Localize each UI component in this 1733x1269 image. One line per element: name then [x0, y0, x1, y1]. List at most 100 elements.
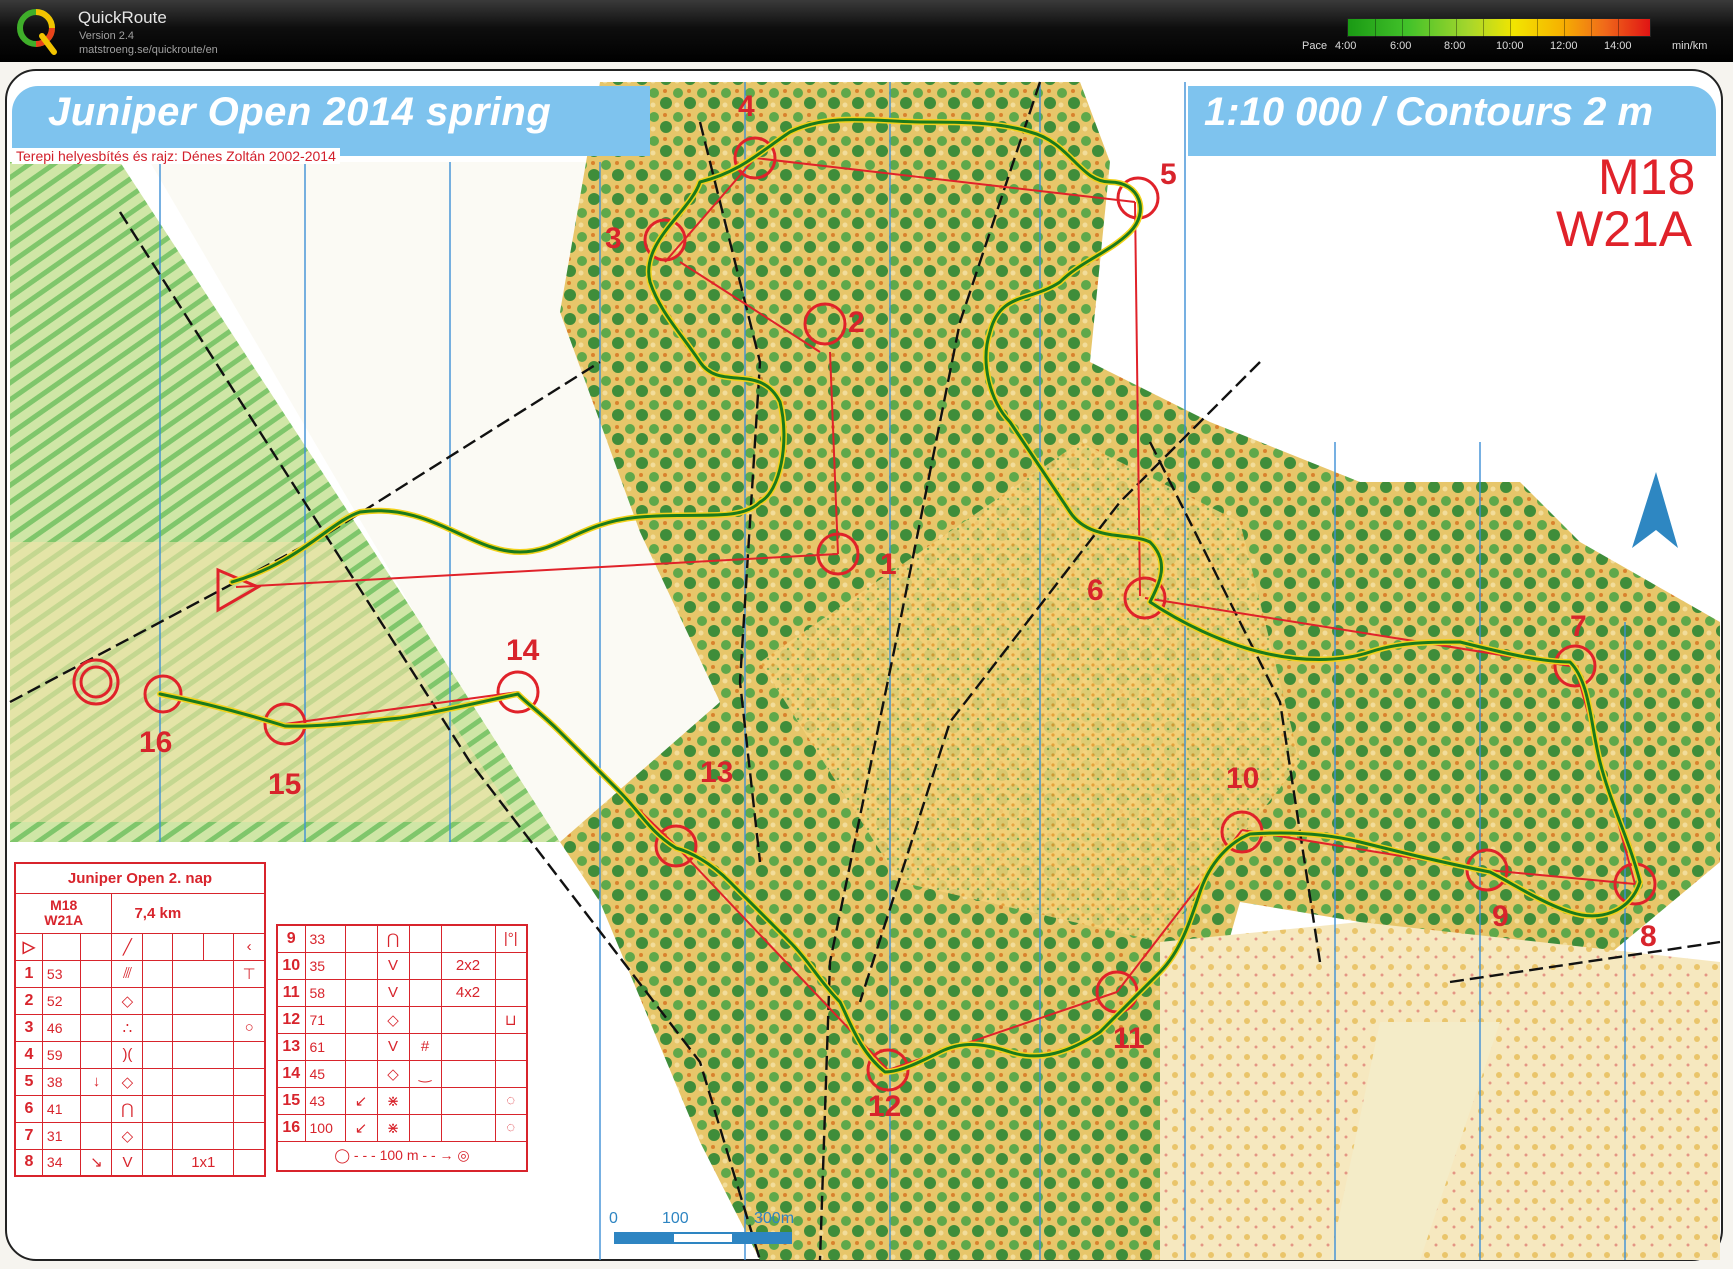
control-number: 15	[268, 768, 302, 801]
description-row: 13 61 V #	[276, 1032, 528, 1061]
description-symbol-icon	[80, 1094, 113, 1123]
description-symbol-icon: ↙	[344, 1113, 378, 1142]
control-number: 14	[506, 634, 540, 667]
control-code: 58	[304, 978, 346, 1007]
control-seq: 7	[14, 1121, 43, 1150]
control-seq: 5	[14, 1067, 43, 1096]
class-line: M18	[50, 897, 78, 913]
pace-tick-label: 4:00	[1335, 40, 1357, 52]
description-symbol-icon	[233, 986, 266, 1015]
control-number: 3	[605, 222, 622, 255]
scale-bar-segment	[616, 1234, 674, 1242]
control-code: 35	[304, 951, 346, 980]
control-seq: 1	[14, 959, 43, 988]
pace-tick-label: 10:00	[1496, 40, 1524, 52]
quickroute-logo-icon	[17, 9, 57, 55]
description-symbol-icon: #	[408, 1032, 442, 1061]
description-symbol-icon: ⋂	[111, 1094, 144, 1123]
description-symbol-icon: ◇	[376, 1059, 410, 1088]
description-symbol-icon	[494, 978, 528, 1007]
description-symbol-icon: 1x1	[172, 1148, 235, 1177]
description-symbol-icon: ↘	[80, 1148, 113, 1177]
pace-tick-label: 14:00	[1604, 40, 1632, 52]
description-symbol-icon	[142, 959, 174, 988]
description-row: 14 45 ◇ ‿	[276, 1059, 528, 1088]
control-number: 11	[1113, 1022, 1145, 1055]
control-code: 34	[41, 1148, 82, 1177]
control-seq: 3	[14, 1013, 43, 1042]
description-row: 3 46 ∴ ○	[14, 1013, 266, 1042]
description-symbol-icon: ◇	[111, 1121, 144, 1150]
description-row: 5 38 ↓ ◇	[14, 1067, 266, 1096]
description-symbol-icon	[344, 1032, 378, 1061]
description-symbol-icon	[440, 924, 496, 953]
start-location-icon: ‹	[233, 932, 266, 961]
description-symbol-icon	[344, 1005, 378, 1034]
description-symbol-icon	[440, 1032, 496, 1061]
control-number: 7	[1570, 610, 1587, 643]
control-code: 71	[304, 1005, 346, 1034]
description-symbol-icon	[233, 1094, 266, 1123]
description-symbol-icon: ↓	[80, 1067, 113, 1096]
description-symbol-icon: ↙	[344, 1086, 378, 1115]
description-symbol-icon	[408, 1113, 442, 1142]
description-symbol-icon	[440, 1113, 496, 1142]
description-symbol-icon: ⫻	[111, 959, 144, 988]
description-symbol-icon	[142, 1094, 174, 1123]
course-length: 7,4 km	[111, 892, 266, 934]
description-symbol-icon	[172, 1013, 235, 1042]
description-row: 8 34 ↘ V 1x1	[14, 1148, 266, 1177]
description-row: 2 52 ◇	[14, 986, 266, 1015]
control-code: 38	[41, 1067, 82, 1096]
description-symbol-icon: ‿	[408, 1059, 442, 1088]
description-symbol-icon	[80, 1013, 113, 1042]
app-version: Version 2.4	[79, 30, 135, 42]
control-code: 43	[304, 1086, 346, 1115]
control-seq: 11	[276, 978, 306, 1007]
scale-bar	[614, 1232, 792, 1244]
description-row: 4 59)(	[14, 1040, 266, 1069]
pace-tick-label: 6:00	[1390, 40, 1412, 52]
description-row: 16 100 ↙ ⋇ ◌	[276, 1113, 528, 1142]
control-seq: 6	[14, 1094, 43, 1123]
pace-color-scale	[1347, 18, 1651, 38]
description-symbol-icon	[233, 1121, 266, 1150]
description-symbol-icon	[408, 1005, 442, 1034]
scale-label: 300m	[754, 1210, 795, 1227]
start-symbol-icon: ▷	[14, 932, 43, 961]
app-url-link[interactable]: matstroeng.se/quickroute/en	[79, 44, 218, 56]
course-class-label: M18	[1598, 149, 1696, 205]
description-rows: 9 33 ⋂ |°| 10 35 V 2x2 11 58 V 4x2 12 71 ◇ ⊔ 13 61 V #14 45 ◇…	[276, 924, 528, 1142]
description-symbol-icon: ○	[233, 1013, 266, 1042]
control-number: 9	[1492, 900, 1509, 933]
control-number: 1	[880, 548, 897, 581]
description-symbol-icon: )(	[111, 1040, 144, 1069]
description-symbol-icon	[142, 1067, 174, 1096]
description-symbol-icon	[408, 978, 442, 1007]
description-symbol-icon	[494, 1032, 528, 1061]
description-symbol-icon: V	[376, 951, 410, 980]
description-symbol-icon	[80, 1121, 113, 1150]
control-number: 4	[738, 90, 755, 123]
description-symbol-icon	[494, 951, 528, 980]
control-seq: 9	[276, 924, 306, 953]
control-code: 53	[41, 959, 82, 988]
control-number: 8	[1640, 920, 1657, 953]
description-symbol-icon: ◌	[494, 1086, 528, 1115]
description-symbol-icon: ⋇	[376, 1113, 410, 1142]
description-symbol-icon: ∴	[111, 1013, 144, 1042]
description-symbol-icon: ◌	[494, 1113, 528, 1142]
description-symbol-icon	[142, 1148, 174, 1177]
description-symbol-icon	[344, 924, 378, 953]
control-number: 16	[139, 726, 173, 759]
control-code: 61	[304, 1032, 346, 1061]
orienteering-map[interactable]: Juniper Open 2014 spring 1:10 000 / Cont…	[0, 62, 1733, 1269]
description-symbol-icon	[172, 1121, 235, 1150]
description-row: 1 53 ⫻ ⊤	[14, 959, 266, 988]
description-row: 11 58 V 4x2	[276, 978, 528, 1007]
control-code: 45	[304, 1059, 346, 1088]
control-code: 59	[41, 1040, 82, 1069]
control-seq: 12	[276, 1005, 306, 1034]
description-symbol-icon	[494, 1059, 528, 1088]
description-symbol-icon: ⊤	[233, 959, 266, 988]
